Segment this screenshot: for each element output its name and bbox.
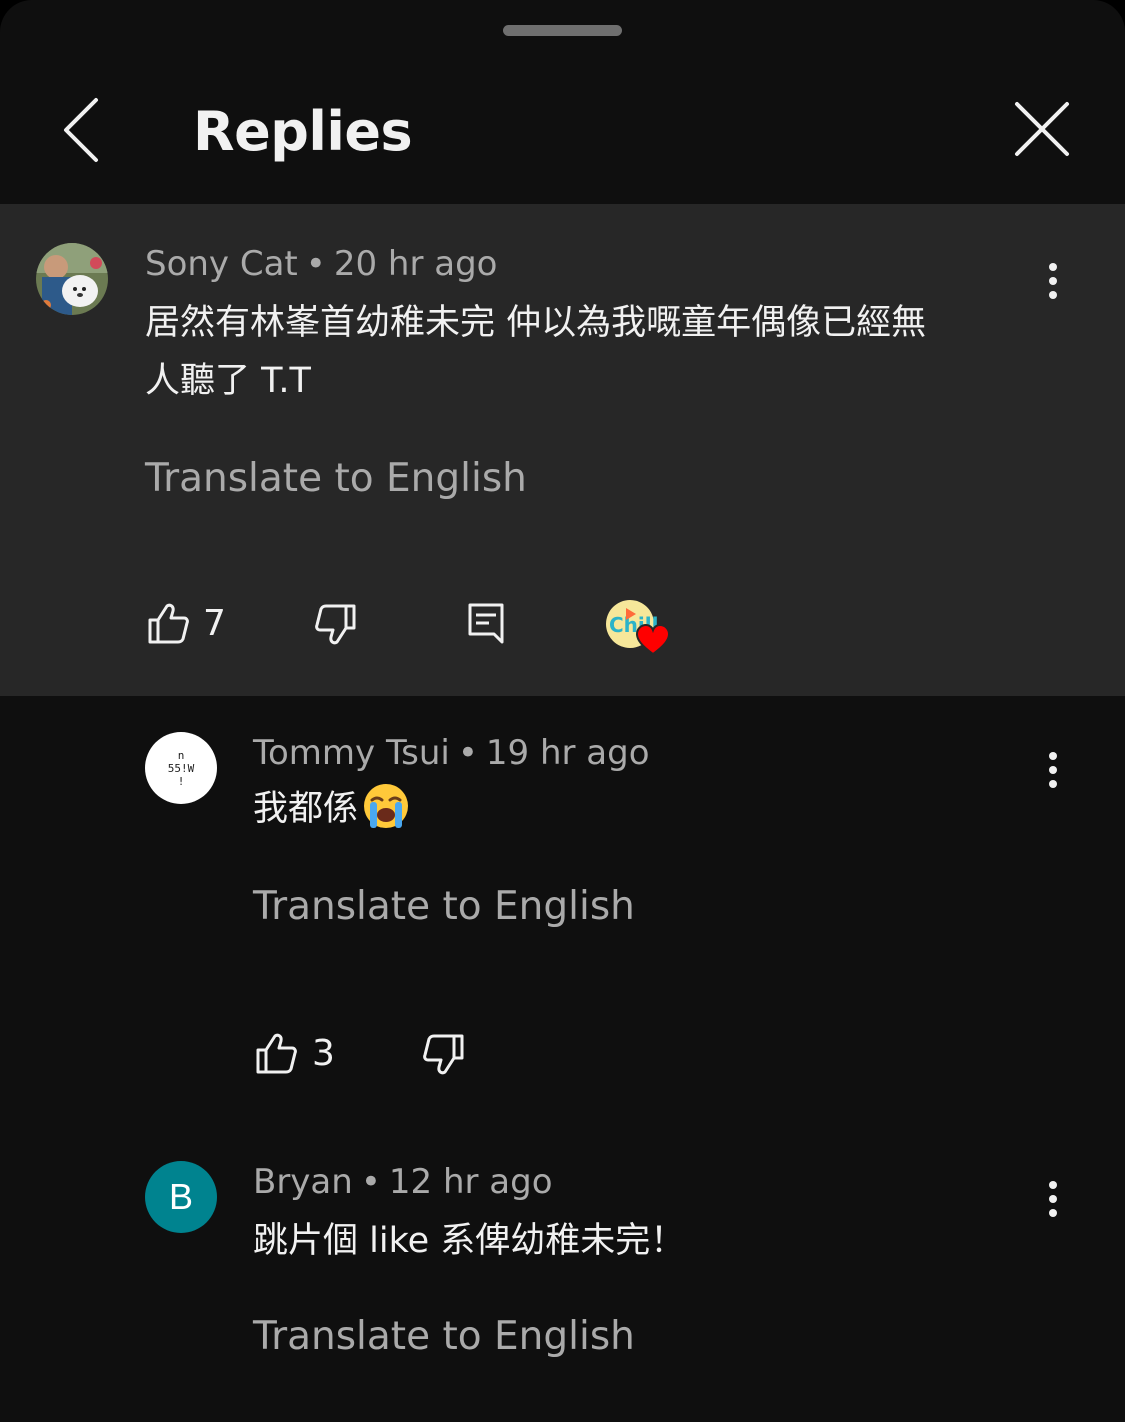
like-count: 7 [203,603,226,644]
avatar[interactable]: n 55!W ! [145,732,217,804]
thumbs-down-icon [423,1034,464,1075]
timestamp: 19 hr ago [485,733,650,773]
avatar-text: n [177,749,185,762]
comment-meta: Bryan • 12 hr ago [253,1160,553,1204]
like-button[interactable] [146,602,196,648]
reply-button[interactable] [467,602,507,646]
author-name[interactable]: Bryan [253,1162,353,1202]
comment-text: 我都係 [253,780,410,838]
reply-comment-icon [468,603,504,644]
translate-button[interactable]: Translate to English [145,454,527,504]
chevron-left-icon [64,98,98,162]
comment-text: 跳片個 like 系俾幼稚未完！ [253,1212,685,1270]
replies-sheet: Replies Sony Cat • 20 hr ago 居然有林峯首幼稚未完 … [0,0,1125,1422]
drag-handle[interactable] [503,25,622,36]
comment-meta: Sony Cat • 20 hr ago [145,242,497,286]
loudly-crying-face-icon [364,784,409,828]
separator-dot: • [360,1162,381,1202]
like-count: 3 [312,1033,335,1074]
thumbs-down-icon [315,604,356,645]
avatar[interactable]: B [145,1161,217,1233]
author-name[interactable]: Sony Cat [145,244,298,284]
reply-comment: n 55!W ! Tommy Tsui • 19 hr ago 我都係 Transl… [0,696,1125,1126]
separator-dot: • [457,733,478,773]
heart-icon [636,624,670,656]
author-name[interactable]: Tommy Tsui [253,733,450,773]
like-button[interactable] [254,1032,304,1078]
dislike-button[interactable] [422,1034,472,1080]
comment-text-line: 居然有林峯首幼稚未完 仲以為我嘅童年偶像已經無 [145,303,927,343]
page-title: Replies [193,100,413,163]
parent-comment: Sony Cat • 20 hr ago 居然有林峯首幼稚未完 仲以為我嘅童年偶像已… [0,204,1125,696]
avatar[interactable] [36,243,108,315]
more-options-button[interactable] [1033,1167,1073,1227]
timestamp: 12 hr ago [388,1162,553,1202]
avatar-photo [36,243,108,315]
comment-text-line: 跳片個 like 系俾幼稚未完！ [253,1221,686,1261]
timestamp: 20 hr ago [333,244,498,284]
thumbs-up-icon [256,1033,297,1074]
back-button[interactable] [52,94,116,170]
separator-dot: • [305,244,326,284]
thumbs-up-icon [148,603,189,644]
translate-button[interactable]: Translate to English [253,882,635,932]
comment-text-line: 我都係 [253,789,359,829]
creator-heart: Chill [604,598,674,658]
close-icon [1015,102,1069,156]
more-options-button[interactable] [1033,738,1073,798]
close-button[interactable] [1005,96,1081,172]
dislike-button[interactable] [314,604,364,650]
avatar-text: 55!W [167,762,195,775]
comment-text-line: 人聽了 T.T [145,361,311,401]
replies-header: Replies [0,50,1125,204]
translate-button[interactable]: Translate to English [253,1312,635,1362]
comment-text: 居然有林峯首幼稚未完 仲以為我嘅童年偶像已經無 人聽了 T.T [145,294,1045,410]
avatar-text: ! [177,775,185,788]
reply-comment: B Bryan • 12 hr ago 跳片個 like 系俾幼稚未完！ Trans… [0,1126,1125,1422]
comment-meta: Tommy Tsui • 19 hr ago [253,731,650,775]
avatar-letter: B [168,1176,193,1217]
